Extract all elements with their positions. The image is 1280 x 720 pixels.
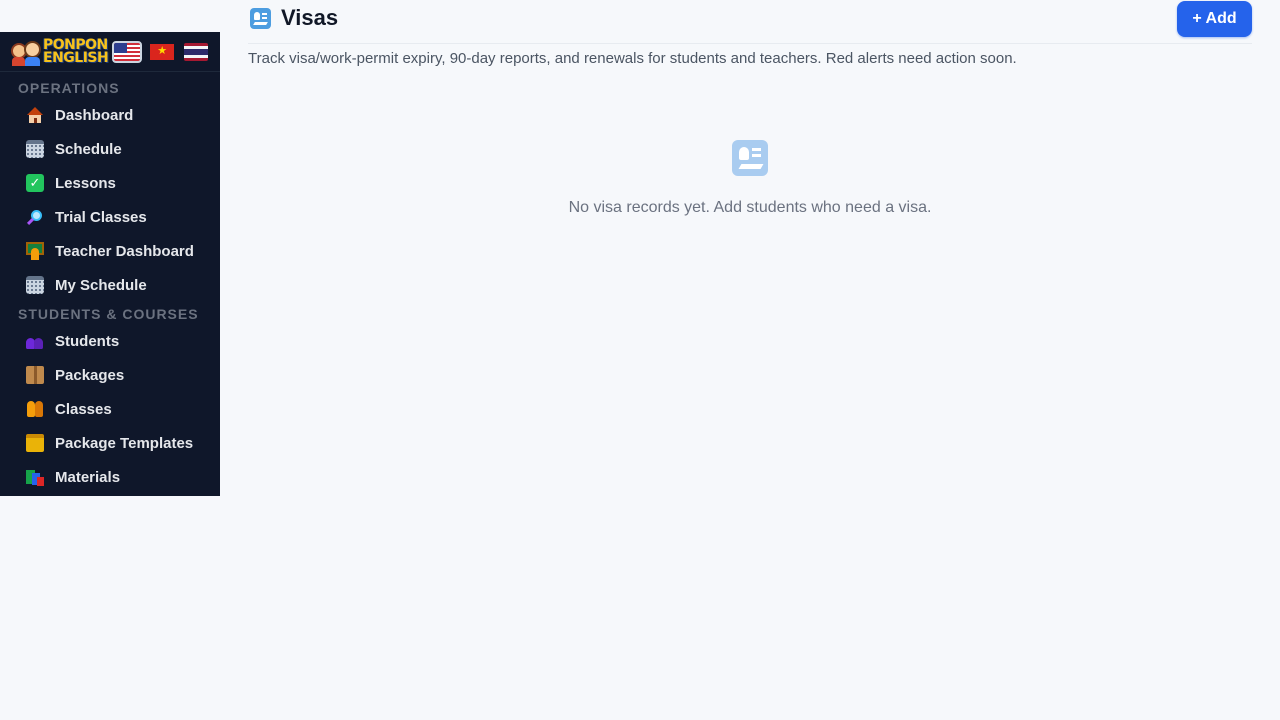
- brand-logo[interactable]: PONPON ENGLISH: [10, 38, 109, 66]
- sidebar-item-package-templates[interactable]: Package Templates: [0, 426, 220, 460]
- passport-control-icon: [250, 7, 271, 29]
- sidebar-item-label: Materials: [55, 468, 121, 486]
- books-icon: [26, 468, 44, 486]
- vietnam-flag-icon[interactable]: ★: [150, 43, 175, 60]
- magnifier-icon: [26, 208, 44, 226]
- sidebar-item-packages[interactable]: Packages: [0, 358, 220, 392]
- empty-state: No visa records yet. Add students who ne…: [248, 140, 1252, 217]
- sidebar-item-label: Classes: [55, 400, 112, 418]
- sidebar-item-label: Dashboard: [55, 106, 134, 124]
- page-header: Visas + Add: [248, 0, 1252, 44]
- sidebar-item-schedule[interactable]: Schedule: [0, 132, 220, 166]
- house-icon: [26, 106, 44, 124]
- mascot-icon: [10, 38, 42, 66]
- children-icon: [26, 400, 44, 418]
- empty-state-message: No visa records yet. Add students who ne…: [568, 199, 932, 216]
- sidebar-item-lessons[interactable]: ✓ Lessons: [0, 166, 220, 200]
- sidebar-item-label: Students: [55, 332, 120, 350]
- sidebar-item-label: Teacher Dashboard: [55, 242, 194, 260]
- package-icon: [26, 366, 44, 384]
- section-title-operations: OPERATIONS: [18, 80, 120, 96]
- sidebar-item-dashboard[interactable]: Dashboard: [0, 98, 220, 132]
- sidebar-item-label: Packages: [55, 366, 125, 384]
- sidebar-item-label: Lessons: [55, 174, 116, 192]
- sidebar-item-label: Schedule: [55, 140, 122, 158]
- passport-control-icon: [732, 140, 768, 176]
- page-title-text: Visas: [281, 5, 339, 30]
- sidebar-item-materials[interactable]: Materials: [0, 460, 220, 494]
- sidebar-item-students[interactable]: Students: [0, 324, 220, 358]
- sidebar-item-teacher-dashboard[interactable]: Teacher Dashboard: [0, 234, 220, 268]
- sidebar-item-label: My Schedule: [55, 276, 147, 294]
- sidebar-header: PONPON ENGLISH ★: [0, 32, 220, 72]
- sidebar-item-label: Trial Classes: [55, 208, 147, 226]
- sidebar-item-label: Package Templates: [55, 434, 194, 452]
- checkmark-icon: ✓: [26, 174, 44, 192]
- sidebar-item-classes[interactable]: Classes: [0, 392, 220, 426]
- logo-text: PONPON ENGLISH: [43, 38, 109, 66]
- calendar-icon: [26, 276, 44, 294]
- sidebar: PONPON ENGLISH ★ OPERATIONS Dashboard Sc…: [0, 32, 220, 496]
- section-title-students-courses: STUDENTS & COURSES: [18, 306, 199, 322]
- add-visa-button[interactable]: + Add: [1177, 1, 1252, 37]
- people-icon: [26, 332, 44, 350]
- sidebar-item-my-schedule[interactable]: My Schedule: [0, 268, 220, 302]
- us-flag-icon[interactable]: [112, 40, 143, 63]
- logo-line-2: ENGLISH: [43, 49, 109, 66]
- folder-icon: [26, 434, 44, 452]
- page-title: Visas: [250, 5, 338, 31]
- page-subtitle: Track visa/work-permit expiry, 90-day re…: [248, 50, 1017, 67]
- calendar-icon: [26, 140, 44, 158]
- teacher-icon: [26, 242, 44, 260]
- thailand-flag-icon[interactable]: [184, 42, 209, 61]
- sidebar-item-trial-classes[interactable]: Trial Classes: [0, 200, 220, 234]
